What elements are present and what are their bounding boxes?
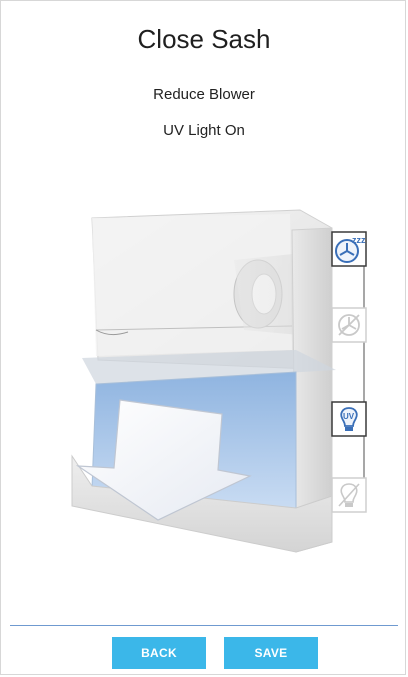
- uv-light-icon: UV: [331, 401, 367, 437]
- light-off-icon: [331, 477, 367, 513]
- bottom-divider: [10, 625, 398, 626]
- biosafety-cabinet-illustration: zzz UV: [71, 209, 367, 553]
- status-reduce-blower: Reduce Blower: [153, 86, 255, 103]
- page-title: Close Sash: [137, 24, 271, 54]
- status-uv-light: UV Light On: [163, 122, 245, 139]
- fan-off-icon: [331, 307, 367, 343]
- save-button[interactable]: SAVE: [224, 637, 318, 669]
- fan-sleep-icon: zzz: [331, 231, 367, 267]
- back-button[interactable]: BACK: [112, 637, 206, 669]
- svg-text:zzz: zzz: [352, 235, 366, 245]
- svg-text:UV: UV: [343, 412, 355, 421]
